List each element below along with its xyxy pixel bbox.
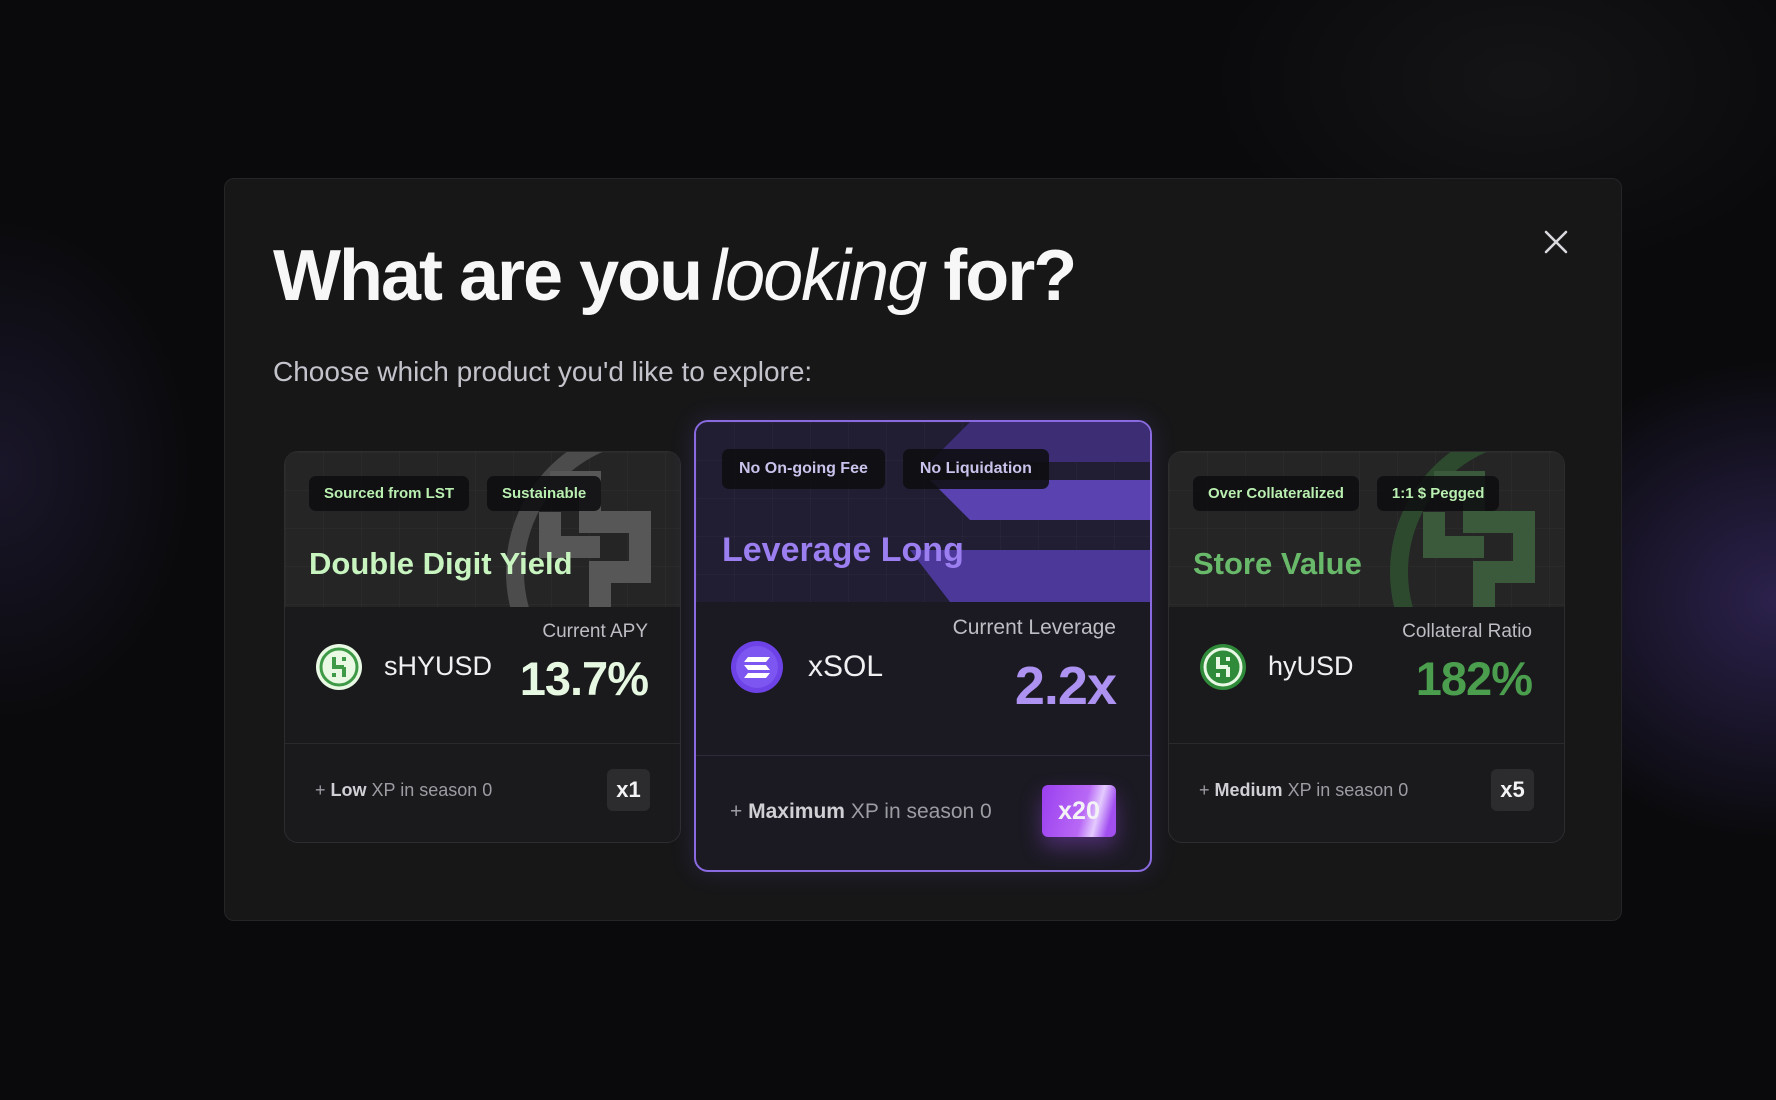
tag: 1:1 $ Pegged: [1376, 476, 1500, 511]
xp-info: + Medium XP in season 0: [1199, 780, 1408, 801]
metric-value: 182%: [1415, 652, 1533, 705]
card-title: Double Digit Yield: [309, 546, 573, 581]
close-icon: [1544, 230, 1568, 254]
hyusd-coin-icon: [1199, 643, 1247, 691]
hyusd-coin-icon: [315, 643, 363, 691]
tag: Sustainable: [487, 476, 602, 511]
page-subtitle: Choose which product you'd like to explo…: [273, 356, 813, 387]
page-title: What are you looking for?: [273, 235, 1077, 317]
xp-level: Medium: [1214, 780, 1283, 800]
xp-multiplier-badge: x20: [1042, 785, 1116, 837]
xp-level: Maximum: [748, 800, 845, 823]
title-text-italic: looking: [711, 236, 927, 316]
xp-suffix: XP in season 0: [850, 800, 992, 823]
token-name: sHYUSD: [384, 651, 493, 681]
card-divider: [1169, 743, 1564, 744]
token-name: hyUSD: [1268, 651, 1354, 681]
tag: Over Collateralized: [1193, 476, 1359, 511]
metric-label: Current Leverage: [952, 616, 1116, 639]
card-tags: Sourced from LST Sustainable: [309, 476, 602, 511]
product-card-leverage-long[interactable]: No On-going Fee No Liquidation Leverage …: [694, 420, 1152, 872]
xp-prefix: +: [730, 800, 743, 823]
title-text-start: What are you: [273, 236, 703, 316]
token-name: xSOL: [808, 650, 884, 683]
metric-value: 13.7%: [519, 652, 649, 705]
xp-info: + Low XP in season 0: [315, 780, 492, 801]
metric-value: 2.2x: [1014, 656, 1117, 716]
card-tags: No On-going Fee No Liquidation: [722, 449, 1049, 489]
metric-label: Collateral Ratio: [1402, 621, 1532, 642]
xp-level: Low: [330, 780, 367, 800]
product-picker-modal: What are you looking for? Choose which pro…: [224, 178, 1622, 921]
xp-multiplier-badge: x1: [607, 769, 650, 811]
xp-prefix: +: [315, 780, 326, 800]
xp-prefix: +: [1199, 780, 1210, 800]
card-divider: [285, 743, 680, 744]
tag: No On-going Fee: [722, 449, 885, 489]
tag: Sourced from LST: [309, 476, 470, 511]
card-title: Store Value: [1193, 546, 1362, 581]
xp-suffix: XP in season 0: [1287, 780, 1409, 800]
xp-suffix: XP in season 0: [371, 780, 493, 800]
product-card-store-value[interactable]: Over Collateralized 1:1 $ Pegged Store V…: [1168, 451, 1565, 843]
product-card-double-digit-yield[interactable]: Sourced from LST Sustainable Double Digi…: [284, 451, 681, 843]
tag: No Liquidation: [902, 449, 1049, 489]
xp-info: + Maximum XP in season 0: [730, 800, 992, 824]
metric-label: Current APY: [542, 621, 648, 642]
xp-multiplier-badge: x5: [1491, 769, 1534, 811]
title-text-end: for?: [943, 236, 1077, 316]
xsol-coin-icon: [730, 640, 784, 694]
card-title: Leverage Long: [722, 531, 964, 569]
close-button[interactable]: [1537, 223, 1575, 261]
card-tags: Over Collateralized 1:1 $ Pegged: [1193, 476, 1500, 511]
card-divider: [696, 755, 1150, 756]
